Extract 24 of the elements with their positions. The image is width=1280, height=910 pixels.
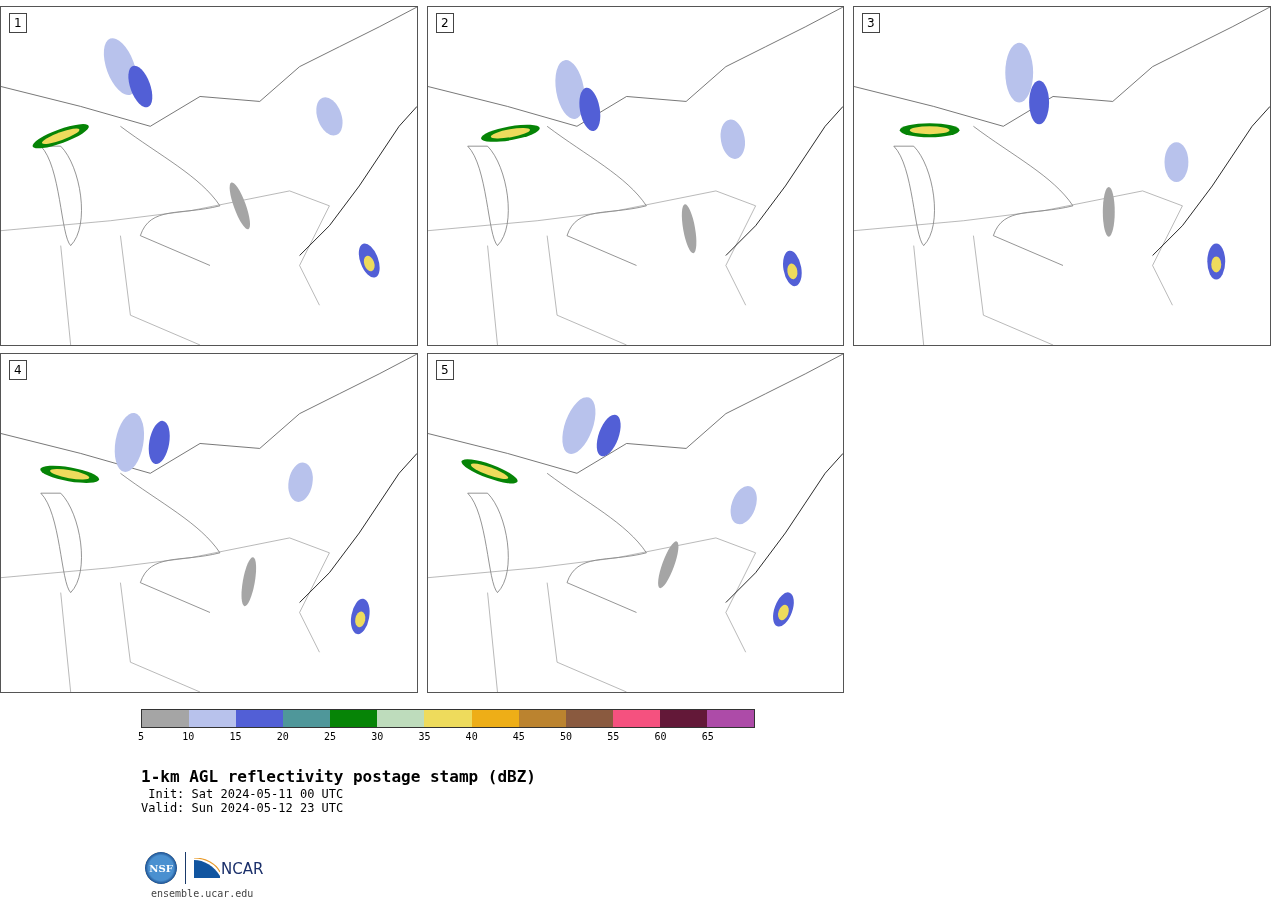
tick-label: 15 <box>229 731 242 742</box>
panel-number: 3 <box>862 13 880 33</box>
valid-time: Valid: Sun 2024-05-12 23 UTC <box>141 801 345 815</box>
init-time: Init: Sat 2024-05-11 00 UTC <box>147 787 345 801</box>
tick-label: 35 <box>418 731 431 742</box>
tick-label: 20 <box>276 731 289 742</box>
tick-label: 60 <box>654 731 667 742</box>
tick-label: 65 <box>701 731 714 742</box>
panel-number: 1 <box>9 13 27 33</box>
tick-label: 30 <box>371 731 384 742</box>
panel-number: 4 <box>9 360 27 380</box>
panel-number: 2 <box>436 13 454 33</box>
tick-label: 50 <box>560 731 573 742</box>
site-url: ensemble.ucar.edu <box>151 888 255 899</box>
nsf-logo: NSF <box>145 852 177 884</box>
tick-label: 55 <box>607 731 620 742</box>
ncar-logo: NCAR <box>194 858 264 878</box>
panel-number: 5 <box>436 360 454 380</box>
tick-label: 40 <box>465 731 478 742</box>
chart-title: 1-km AGL reflectivity postage stamp (dBZ) <box>141 767 537 787</box>
tick-label: 5 <box>138 731 144 742</box>
tick-label: 25 <box>323 731 336 742</box>
tick-label: 45 <box>512 731 525 742</box>
tick-label: 10 <box>182 731 195 742</box>
